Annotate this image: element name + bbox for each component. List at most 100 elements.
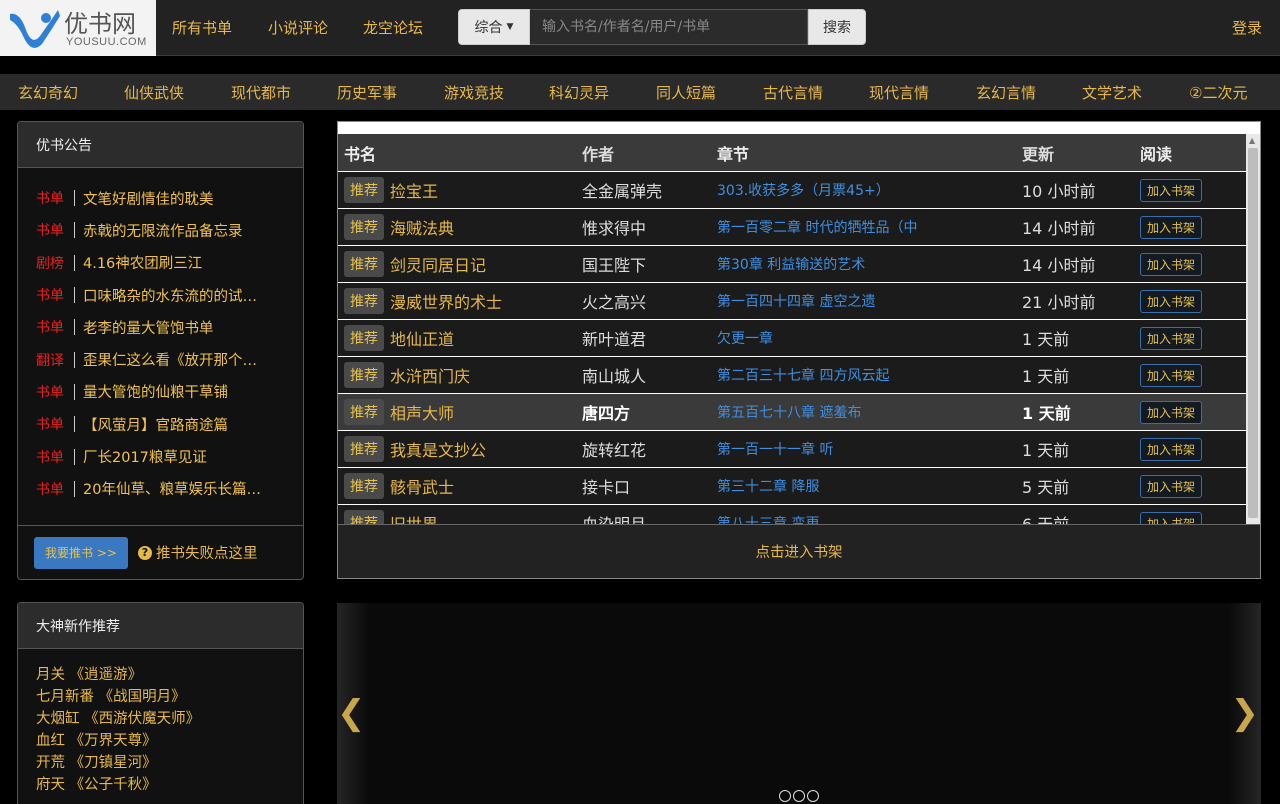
author-cell[interactable]: 旋转红花 bbox=[582, 437, 717, 461]
table-row[interactable]: 推荐 地仙正道 新叶道君 欠更一章 1 天前 加入书架 bbox=[338, 319, 1248, 356]
author-cell[interactable]: 全金属弹壳 bbox=[582, 178, 717, 202]
table-row[interactable]: 推荐 剑灵同居日记 国王陛下 第30章 利益输送的艺术 14 小时前 加入书架 bbox=[338, 245, 1248, 282]
author-cell[interactable]: 南山城人 bbox=[582, 363, 717, 387]
book-name-link[interactable]: 相声大师 bbox=[390, 400, 454, 424]
add-to-shelf-button[interactable]: 加入书架 bbox=[1140, 289, 1203, 313]
notice-item[interactable]: 书单 【风萤月】官路商途篇 bbox=[18, 408, 303, 440]
table-row[interactable]: 推荐 相声大师 唐四方 第五百七十八章 遮羞布 1 天前 加入书架 bbox=[338, 393, 1248, 430]
chapter-link[interactable]: 第一百零二章 时代的牺牲品（中 bbox=[717, 217, 1022, 237]
table-row[interactable]: 推荐 海贼法典 惟求得中 第一百零二章 时代的牺牲品（中 14 小时前 加入书架 bbox=[338, 208, 1248, 245]
category-link[interactable]: 历史军事 bbox=[337, 82, 397, 103]
nav-novel-reviews[interactable]: 小说评论 bbox=[268, 17, 328, 38]
category-link[interactable]: 玄幻言情 bbox=[976, 82, 1036, 103]
book-name-link[interactable]: 地仙正道 bbox=[390, 326, 454, 350]
scrollbar-thumb[interactable] bbox=[1248, 148, 1258, 518]
notice-text[interactable]: 20年仙草、粮草娱乐长篇… bbox=[83, 478, 261, 499]
chapter-link[interactable]: 第二百三十七章 四方风云起 bbox=[717, 365, 1022, 385]
notice-item[interactable]: 书单 20年仙草、粮草娱乐长篇… bbox=[18, 473, 303, 505]
author-cell[interactable]: 新叶道君 bbox=[582, 326, 717, 350]
book-name-link[interactable]: 海贼法典 bbox=[390, 215, 454, 239]
notice-text[interactable]: 歪果仁这么看《放开那个… bbox=[83, 349, 257, 370]
book-name-link[interactable]: 漫威世界的术士 bbox=[390, 289, 502, 313]
table-row[interactable]: 推荐 骸骨武士 接卡口 第三十二章 降服 5 天前 加入书架 bbox=[338, 467, 1248, 504]
enter-bookshelf-button[interactable]: 点击进入书架 bbox=[338, 524, 1260, 578]
category-link[interactable]: 古代言情 bbox=[763, 82, 823, 103]
notice-item[interactable]: 书单 厂长2017粮草见证 bbox=[18, 440, 303, 472]
table-row[interactable]: 推荐 我真是文抄公 旋转红花 第一百一十一章 听1 天前 加入书架 bbox=[338, 430, 1248, 467]
notice-item[interactable]: 书单 老李的量大管饱书单 bbox=[18, 311, 303, 343]
add-to-shelf-button[interactable]: 加入书架 bbox=[1140, 252, 1203, 276]
add-to-shelf-button[interactable]: 加入书架 bbox=[1140, 363, 1203, 387]
search-type-dropdown[interactable]: 综合 ▼ bbox=[458, 9, 530, 45]
author-cell[interactable]: 国王陛下 bbox=[582, 252, 717, 276]
search-button[interactable]: 搜索 bbox=[808, 9, 866, 45]
chapter-link[interactable]: 第30章 利益输送的艺术 bbox=[717, 254, 1022, 274]
category-link[interactable]: 文学艺术 bbox=[1082, 82, 1142, 103]
scroll-up-icon[interactable]: ▲ bbox=[1249, 136, 1255, 145]
notice-item[interactable]: 书单 口味略杂的水东流的的试… bbox=[18, 279, 303, 311]
notice-item[interactable]: 书单 文笔好剧情佳的耽美 bbox=[18, 182, 303, 214]
new-work-link[interactable]: 月关 《逍遥游》 bbox=[36, 663, 303, 685]
notice-text[interactable]: 老李的量大管饱书单 bbox=[83, 317, 214, 338]
recommend-book-button[interactable]: 我要推书 >> bbox=[34, 536, 128, 569]
new-work-link[interactable]: 血红 《万界天尊》 bbox=[36, 729, 303, 751]
book-name-link[interactable]: 剑灵同居日记 bbox=[390, 252, 486, 276]
login-link[interactable]: 登录 bbox=[1232, 17, 1262, 38]
book-name-link[interactable]: 捡宝王 bbox=[390, 178, 438, 202]
add-to-shelf-button[interactable]: 加入书架 bbox=[1140, 215, 1203, 239]
category-link[interactable]: 现代都市 bbox=[231, 82, 291, 103]
add-to-shelf-button[interactable]: 加入书架 bbox=[1140, 326, 1203, 350]
add-to-shelf-button[interactable]: 加入书架 bbox=[1140, 474, 1203, 498]
nav-all-booklists[interactable]: 所有书单 bbox=[172, 17, 232, 38]
notice-item[interactable]: 剧榜 4.16神农团刷三江 bbox=[18, 247, 303, 279]
new-work-link[interactable]: 大烟缸 《西游伏魔天师》 bbox=[36, 707, 303, 729]
table-row[interactable]: 推荐 水浒西门庆 南山城人 第二百三十七章 四方风云起 1 天前 加入书架 bbox=[338, 356, 1248, 393]
search-input[interactable] bbox=[530, 9, 808, 45]
carousel-dot[interactable] bbox=[807, 790, 819, 802]
new-work-link[interactable]: 开荒 《刀镇星河》 bbox=[36, 751, 303, 773]
notice-item[interactable]: 书单 量大管饱的仙粮干草铺 bbox=[18, 376, 303, 408]
author-cell[interactable]: 惟求得中 bbox=[582, 215, 717, 239]
notice-item[interactable]: 翻译 歪果仁这么看《放开那个… bbox=[18, 343, 303, 375]
chapter-link[interactable]: 欠更一章 bbox=[717, 328, 1022, 348]
chapter-link[interactable]: 第一百四十四章 虚空之遗 bbox=[717, 291, 1022, 311]
category-link[interactable]: 游戏竞技 bbox=[444, 82, 504, 103]
new-work-link[interactable]: 七月新番 《战国明月》 bbox=[36, 685, 303, 707]
carousel-dot[interactable] bbox=[779, 790, 791, 802]
author-cell[interactable]: 接卡口 bbox=[582, 474, 717, 498]
table-row[interactable]: 推荐 漫威世界的术士 火之高兴 第一百四十四章 虚空之遗 21 小时前 加入书架 bbox=[338, 282, 1248, 319]
chevron-left-icon[interactable]: ❮ bbox=[337, 693, 366, 733]
carousel-dot[interactable] bbox=[793, 790, 805, 802]
add-to-shelf-button[interactable]: 加入书架 bbox=[1140, 437, 1203, 461]
notice-text[interactable]: 量大管饱的仙粮干草铺 bbox=[83, 381, 228, 402]
chapter-link[interactable]: 303.收获多多（月票45+） bbox=[717, 180, 1022, 200]
book-name-link[interactable]: 骸骨武士 bbox=[390, 474, 454, 498]
add-to-shelf-button[interactable]: 加入书架 bbox=[1140, 178, 1203, 202]
category-link[interactable]: 科幻灵异 bbox=[549, 82, 609, 103]
notice-text[interactable]: 赤戟的无限流作品备忘录 bbox=[83, 220, 243, 241]
chapter-link[interactable]: 第五百七十八章 遮羞布 bbox=[717, 402, 1022, 422]
category-link[interactable]: 现代言情 bbox=[869, 82, 929, 103]
notice-text[interactable]: 口味略杂的水东流的的试… bbox=[83, 285, 257, 306]
category-link[interactable]: 仙侠武侠 bbox=[124, 82, 184, 103]
chevron-right-icon[interactable]: ❯ bbox=[1231, 693, 1260, 733]
notice-text[interactable]: 厂长2017粮草见证 bbox=[83, 446, 207, 467]
author-cell[interactable]: 火之高兴 bbox=[582, 289, 717, 313]
category-link[interactable]: 同人短篇 bbox=[656, 82, 716, 103]
category-link[interactable]: 玄幻奇幻 bbox=[18, 82, 78, 103]
table-row[interactable]: 推荐 捡宝王 全金属弹壳 303.收获多多（月票45+） 10 小时前 加入书架 bbox=[338, 171, 1248, 208]
bookshelf-table[interactable]: 书名 作者 章节 更新 阅读 推荐 捡宝王 全金属弹壳 303.收获多多（月票45+）… bbox=[338, 134, 1248, 534]
chapter-link[interactable]: 第三十二章 降服 bbox=[717, 476, 1022, 496]
category-link[interactable]: ②二次元 bbox=[1189, 82, 1247, 103]
author-cell[interactable]: 唐四方 bbox=[582, 400, 717, 424]
add-to-shelf-button[interactable]: 加入书架 bbox=[1140, 400, 1203, 424]
notice-text[interactable]: 【风萤月】官路商途篇 bbox=[83, 414, 228, 435]
book-name-link[interactable]: 水浒西门庆 bbox=[390, 363, 470, 387]
chapter-link[interactable]: 第一百一十一章 听 bbox=[717, 439, 1022, 459]
nav-lk-forum[interactable]: 龙空论坛 bbox=[363, 17, 423, 38]
notice-item[interactable]: 书单 赤戟的无限流作品备忘录 bbox=[18, 214, 303, 246]
new-work-link[interactable]: 府天 《公子千秋》 bbox=[36, 773, 303, 795]
notice-text[interactable]: 文笔好剧情佳的耽美 bbox=[83, 188, 214, 209]
book-name-link[interactable]: 我真是文抄公 bbox=[390, 437, 486, 461]
recommend-help-link[interactable]: ? 推书失败点这里 bbox=[138, 542, 258, 563]
